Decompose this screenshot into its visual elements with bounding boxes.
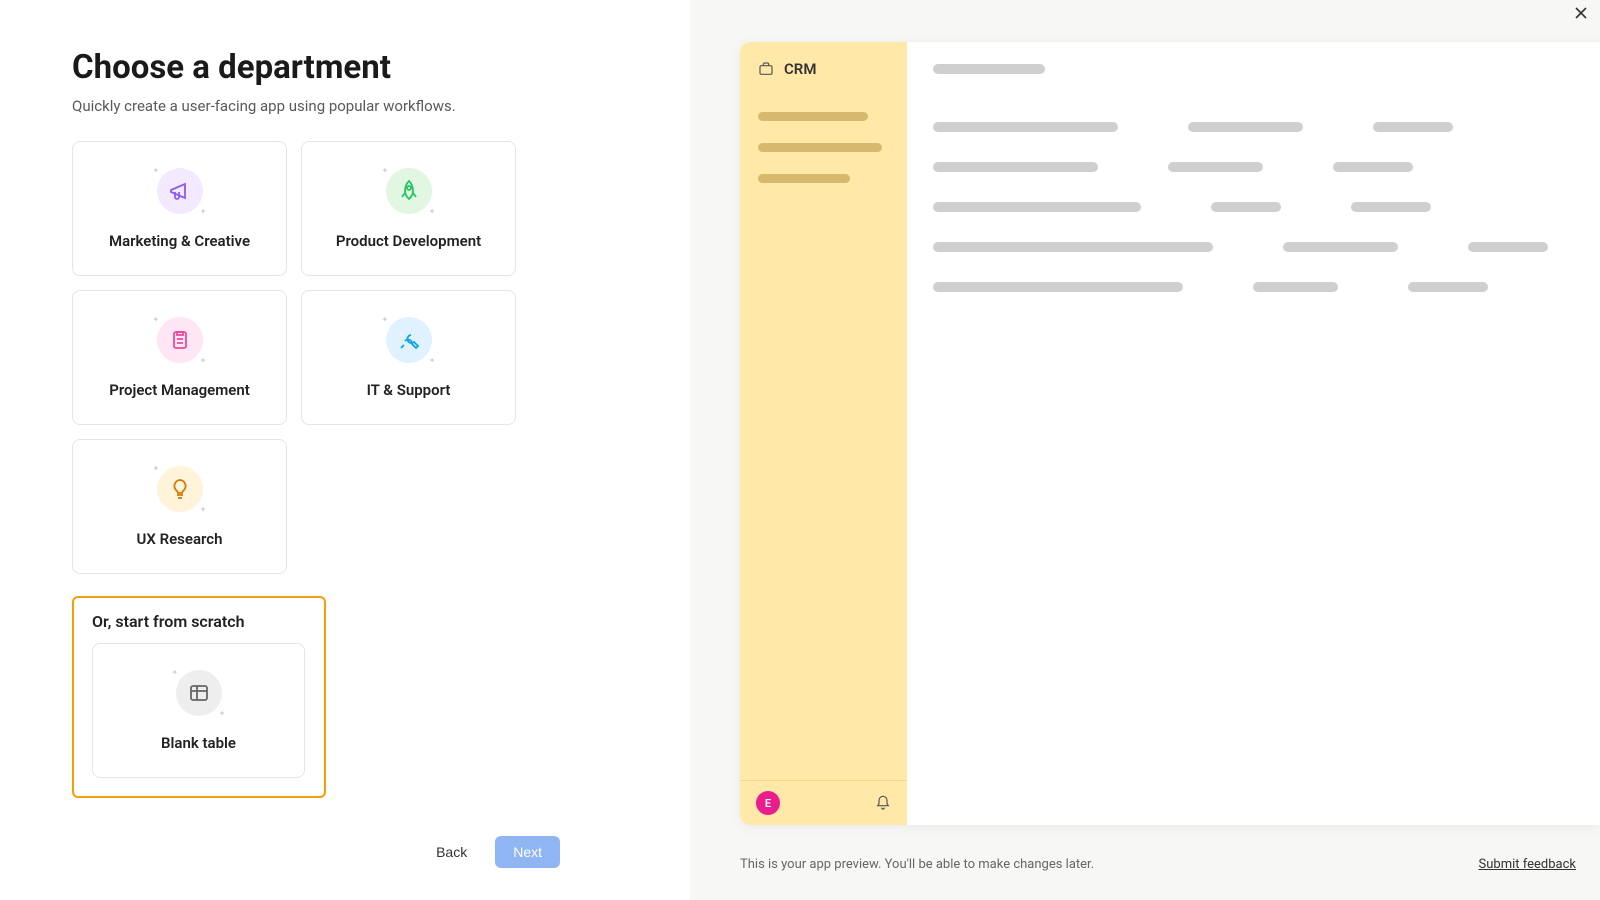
- page-subtitle: Quickly create a user-facing app using p…: [72, 97, 618, 115]
- skeleton-cell: [933, 242, 1213, 252]
- skeleton-line: [758, 112, 868, 121]
- avatar[interactable]: E: [756, 791, 780, 815]
- skeleton-cell: [1373, 122, 1453, 132]
- sidebar-skeleton: [740, 112, 907, 183]
- skeleton-line: [758, 174, 850, 183]
- dept-card-product[interactable]: Product Development: [301, 141, 516, 276]
- skeleton-line: [758, 143, 882, 152]
- skeleton-cell: [1168, 162, 1263, 172]
- skeleton-cell: [1283, 242, 1398, 252]
- dept-label: Product Development: [336, 232, 481, 250]
- preview-window: CRM E: [740, 42, 1600, 825]
- department-grid: Marketing & Creative Product Development…: [72, 141, 618, 574]
- page-title: Choose a department: [72, 48, 618, 87]
- skeleton-cell: [1468, 242, 1548, 252]
- megaphone-icon: [157, 168, 203, 214]
- rocket-icon: [386, 168, 432, 214]
- skeleton-row: [933, 162, 1574, 172]
- dept-label: UX Research: [137, 530, 223, 548]
- left-panel: Choose a department Quickly create a use…: [0, 0, 690, 900]
- dept-card-it[interactable]: IT & Support: [301, 290, 516, 425]
- skeleton-cell: [933, 282, 1183, 292]
- footer-buttons: Back Next: [424, 836, 560, 868]
- lightbulb-icon: [157, 466, 203, 512]
- skeleton-cell: [1253, 282, 1338, 292]
- skeleton-title: [933, 64, 1045, 74]
- dept-card-project[interactable]: Project Management: [72, 290, 287, 425]
- skeleton-cell: [1211, 202, 1281, 212]
- scratch-card-label: Blank table: [161, 734, 236, 752]
- preview-sidebar-footer: E: [740, 780, 907, 825]
- table-icon: [176, 670, 222, 716]
- dept-card-ux[interactable]: UX Research: [72, 439, 287, 574]
- skeleton-row: [933, 282, 1574, 292]
- skeleton-cell: [933, 202, 1141, 212]
- close-button[interactable]: [1574, 6, 1588, 20]
- skeleton-row: [933, 242, 1574, 252]
- bell-icon[interactable]: [875, 795, 891, 811]
- dept-label: Marketing & Creative: [109, 232, 250, 250]
- skeleton-cell: [1408, 282, 1488, 292]
- skeleton-cell: [1188, 122, 1303, 132]
- skeleton-row: [933, 122, 1574, 132]
- preview-sidebar-title: CRM: [784, 60, 816, 78]
- submit-feedback-link[interactable]: Submit feedback: [1479, 857, 1576, 872]
- close-icon: [1574, 6, 1588, 20]
- skeleton-cell: [1351, 202, 1431, 212]
- scratch-card-blank-table[interactable]: Blank table: [92, 643, 305, 778]
- skeleton-cell: [1333, 162, 1413, 172]
- back-button[interactable]: Back: [424, 836, 479, 868]
- skeleton-rows: [933, 122, 1574, 292]
- skeleton-cell: [933, 162, 1098, 172]
- scratch-heading: Or, start from scratch: [92, 612, 306, 631]
- dept-card-marketing[interactable]: Marketing & Creative: [72, 141, 287, 276]
- preview-footer-text: This is your app preview. You'll be able…: [740, 857, 1094, 872]
- preview-sidebar: CRM E: [740, 42, 907, 825]
- wrench-icon: [386, 317, 432, 363]
- briefcase-icon: [758, 61, 774, 77]
- preview-panel: CRM E: [690, 0, 1600, 900]
- clipboard-icon: [157, 317, 203, 363]
- scratch-section: Or, start from scratch Blank table: [72, 596, 326, 798]
- skeleton-cell: [933, 122, 1118, 132]
- next-button[interactable]: Next: [495, 836, 560, 868]
- dept-label: IT & Support: [367, 381, 451, 399]
- preview-main: [907, 42, 1600, 825]
- preview-sidebar-header: CRM: [740, 42, 907, 92]
- preview-footer: This is your app preview. You'll be able…: [740, 857, 1576, 872]
- skeleton-row: [933, 202, 1574, 212]
- dept-label: Project Management: [109, 381, 250, 399]
